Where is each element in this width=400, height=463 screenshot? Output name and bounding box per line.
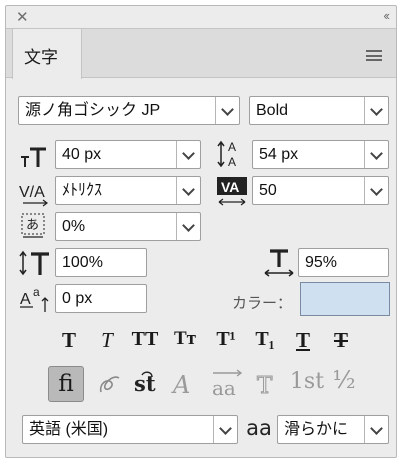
color-swatch[interactable] xyxy=(300,282,390,316)
vertical-scale-icon xyxy=(19,250,49,276)
tsume-icon: あ xyxy=(21,213,45,238)
vertical-scale-field[interactable]: 100% xyxy=(55,248,147,277)
language-dropdown[interactable]: 英語 (米国) xyxy=(22,415,238,444)
kerning-value: ﾒﾄﾘｸｽ xyxy=(62,182,103,199)
swash-icon[interactable]: A xyxy=(171,369,199,399)
font-style-dropdown[interactable]: Bold xyxy=(249,96,389,125)
svg-text:V/A: V/A xyxy=(19,184,45,201)
titling-alternates-icon[interactable]: T xyxy=(254,369,280,400)
tracking-field[interactable]: 50 xyxy=(252,176,389,205)
svg-text:a: a xyxy=(33,285,40,299)
all-caps-button[interactable]: TT xyxy=(128,328,162,351)
panel-titlebar: ✕ ‹‹ xyxy=(6,6,396,28)
subscript-button[interactable]: T₁ xyxy=(251,328,279,351)
svg-text:A: A xyxy=(171,371,190,399)
leading-value: 54 px xyxy=(259,146,299,163)
panel-menu-icon[interactable] xyxy=(366,50,382,61)
tsume-field[interactable]: 0% xyxy=(55,212,201,241)
svg-text:A: A xyxy=(20,291,31,308)
svg-text:T: T xyxy=(257,373,273,399)
color-label: カラー： xyxy=(232,295,293,312)
kerning-icon: V/A xyxy=(19,184,48,207)
chevron-down-icon[interactable] xyxy=(364,141,388,168)
chevron-down-icon[interactable] xyxy=(364,97,388,124)
collapse-icon[interactable]: ‹‹ xyxy=(383,8,390,23)
baseline-shift-icon: A a xyxy=(20,285,49,312)
chevron-down-icon[interactable] xyxy=(364,416,388,443)
leading-icon: A A xyxy=(217,140,236,169)
baseline-shift-field[interactable]: 0 px xyxy=(55,284,147,313)
svg-text:A: A xyxy=(228,140,236,154)
tracking-icon: VA xyxy=(217,177,247,206)
font-size-field[interactable]: 40 px xyxy=(55,140,201,169)
svg-text:aa: aa xyxy=(212,376,236,400)
chevron-down-icon[interactable] xyxy=(176,177,200,204)
tab-character[interactable]: 文字 xyxy=(12,28,82,79)
font-style-value: Bold xyxy=(256,102,289,119)
fractions-button[interactable]: ½ xyxy=(331,366,357,394)
svg-text:A: A xyxy=(228,155,236,169)
kerning-dropdown[interactable]: ﾒﾄﾘｸｽ xyxy=(55,176,201,205)
standard-ligatures-button[interactable]: fi xyxy=(48,366,84,402)
leading-field[interactable]: 54 px xyxy=(252,140,389,169)
horizontal-scale-icon xyxy=(264,249,294,277)
tracking-value: 50 xyxy=(259,182,277,199)
antialias-value: 滑らかに xyxy=(284,421,349,438)
svg-text:st: st xyxy=(134,371,156,396)
contextual-alternates-icon[interactable] xyxy=(97,370,123,398)
vertical-scale-value: 100% xyxy=(62,254,103,271)
chevron-down-icon[interactable] xyxy=(213,416,237,443)
superscript-button[interactable]: T¹ xyxy=(212,328,240,351)
antialias-icon: aa xyxy=(246,416,272,440)
language-value: 英語 (米国) xyxy=(29,421,109,438)
small-caps-button[interactable]: Tт xyxy=(169,328,201,350)
faux-italic-button[interactable]: T xyxy=(94,328,120,353)
ordinals-button[interactable]: 1st xyxy=(288,369,326,394)
font-size-value: 40 px xyxy=(62,146,102,163)
chevron-down-icon[interactable] xyxy=(215,97,239,124)
chevron-down-icon[interactable] xyxy=(364,177,388,204)
baseline-shift-value: 0 px xyxy=(62,290,93,307)
horizontal-scale-field[interactable]: 95% xyxy=(298,248,389,277)
discretionary-ligatures-icon[interactable]: st xyxy=(132,369,160,399)
svg-text:あ: あ xyxy=(26,218,39,233)
svg-text:VA: VA xyxy=(221,179,239,195)
close-icon[interactable]: ✕ xyxy=(16,8,29,26)
font-family-value: 源ノ角ゴシック JP xyxy=(25,102,161,119)
underline-button[interactable]: T xyxy=(290,328,316,353)
font-size-icon xyxy=(21,147,46,167)
stylistic-alternates-icon[interactable]: aa xyxy=(209,366,247,400)
faux-bold-button[interactable]: T xyxy=(56,328,82,353)
font-family-dropdown[interactable]: 源ノ角ゴシック JP xyxy=(18,96,240,125)
chevron-down-icon[interactable] xyxy=(176,213,200,240)
strikethrough-button[interactable]: T xyxy=(328,328,354,353)
antialias-dropdown[interactable]: 滑らかに xyxy=(277,415,389,444)
tsume-value: 0% xyxy=(62,218,86,235)
horizontal-scale-value: 95% xyxy=(305,254,338,271)
character-panel: ✕ ‹‹ 文字 源ノ角ゴシック JP Bold 40 px A A 54 px … xyxy=(5,5,397,458)
chevron-down-icon[interactable] xyxy=(176,141,200,168)
